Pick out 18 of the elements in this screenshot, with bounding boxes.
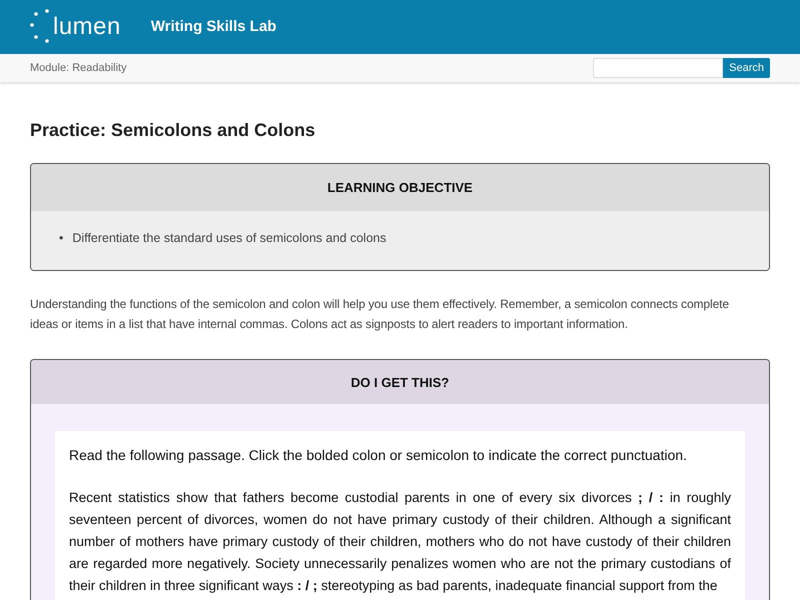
logo-text[interactable]: lumen [53, 15, 121, 39]
list-bullet: • [59, 230, 64, 247]
search-button[interactable]: Search [723, 58, 770, 78]
intro-paragraph: Understanding the functions of the semicolon and colon will help you use them effectively. Remember, a semicolon connects complete ideas or items in a list that have internal commas. Colons act as signposts to alert readers to important information. [30, 296, 730, 333]
punctuation-option[interactable]: ; [638, 490, 643, 505]
site-title[interactable]: Writing Skills Lab [150, 16, 276, 38]
dots-arc-icon [30, 9, 50, 45]
module-label: Module: Readability [30, 60, 127, 76]
punctuation-option[interactable]: : [658, 490, 664, 505]
objective-item: Differentiate the standard uses of semicolons and colons [72, 230, 386, 247]
instruction-text: Read the following passage. Click the bolded colon or semicolon to indicate the correct punctuation. [69, 446, 688, 465]
punctuation-option[interactable]: : [297, 578, 302, 593]
objective-heading: LEARNING OBJECTIVE [31, 164, 769, 211]
search-field[interactable] [593, 58, 724, 78]
page-title: Practice: Semicolons and Colons [30, 119, 316, 142]
punctuation-option[interactable]: ; [312, 578, 318, 593]
activity-heading: DO I GET THIS? [31, 360, 769, 404]
passage-text: Recent statistics show that fathers become custodial parents in one of every six divorces ; / : in roughly seventeen percent of divorces, women do not have primary custody of their children. Although a significant number of mothers have primary custody of their children, mothers who do not have custody of their children are regarded more negatively. Society unnecessarily penalizes women who are not the primary custodians of their children in three significant ways : / ; stereotyping as bad parents, inadequate financial support from the [69, 489, 731, 595]
